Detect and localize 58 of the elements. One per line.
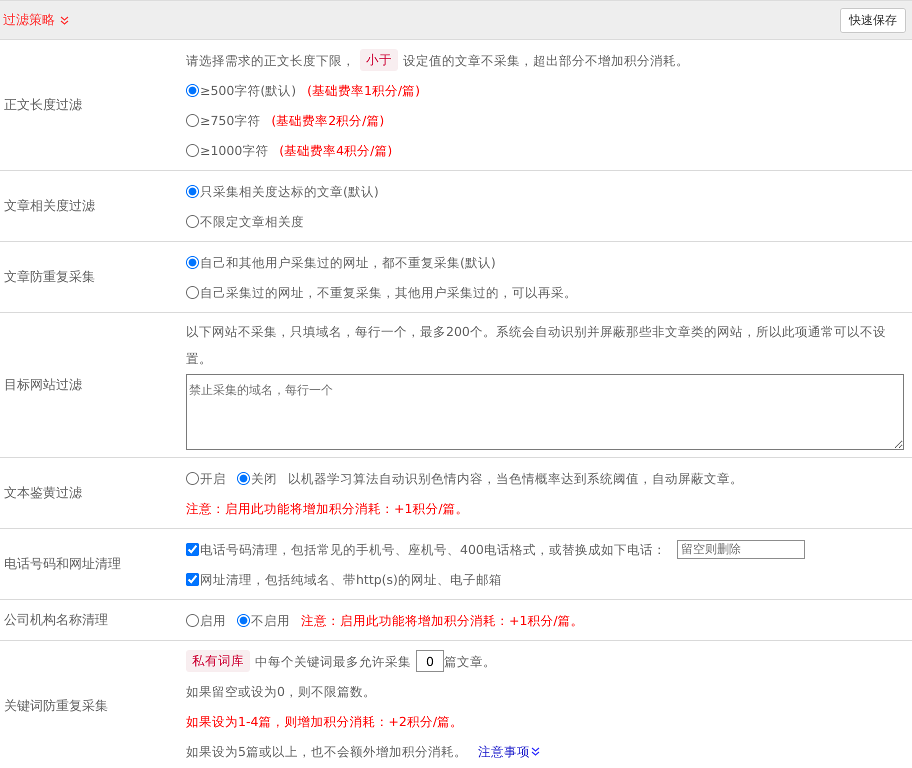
setting-label: 公司机构名称清理 — [3, 612, 109, 629]
setting-label: 文章相关度过滤 — [3, 198, 96, 215]
radio-label[interactable]: ≥1000字符 — [200, 136, 268, 164]
radio-button[interactable] — [186, 184, 199, 198]
radio-button[interactable] — [186, 114, 199, 126]
checkbox-label[interactable]: 网址清理，包括纯域名、带http(s)的网址、电子邮箱 — [200, 566, 502, 592]
checkbox[interactable] — [186, 572, 199, 586]
radio-button[interactable] — [186, 286, 199, 298]
warning-note: 如果设为1-4篇，则增加积分消耗：+2积分/篇。 — [186, 712, 464, 730]
radio-button[interactable] — [186, 614, 199, 626]
description-text: 篇文章。 — [444, 652, 496, 670]
double-chevron-icon — [60, 16, 69, 24]
setting-label: 正文长度过滤 — [3, 97, 83, 114]
description-text: 以下网站不采集，只填域名，每行一个，最多200个。系统会自动识别并屏蔽那些非文章类的网站，所以此项通常可以不设置。 — [186, 323, 887, 368]
radio-button[interactable] — [186, 214, 199, 228]
warning-note: 注意：启用此功能将增加积分消耗：+1积分/篇。 — [301, 612, 584, 630]
checkbox-label[interactable]: 电话号码清理，包括常见的手机号、座机号、400电话格式，或替换成如下电话： — [200, 536, 666, 562]
section-title[interactable]: 过滤策略 — [3, 11, 55, 29]
radio-button[interactable] — [186, 256, 199, 268]
double-chevron-icon — [530, 746, 540, 756]
description-text: 以机器学习算法自动识别色情内容，当色情概率达到系统阈值，自动屏蔽文章。 — [288, 470, 743, 488]
count-input-field[interactable]: 0 — [416, 650, 444, 672]
setting-label: 关键词防重复采集 — [3, 698, 109, 715]
radio-label[interactable]: 不启用 — [251, 606, 290, 634]
radio-label[interactable]: 启用 — [200, 606, 226, 634]
radio-button[interactable] — [186, 472, 199, 484]
setting-label: 文本鉴黄过滤 — [3, 485, 83, 502]
quick-save-button[interactable]: 快速保存 — [840, 8, 906, 32]
radio-button[interactable] — [186, 144, 199, 156]
checkbox[interactable] — [186, 542, 199, 556]
radio-label[interactable]: 只采集相关度达标的文章(默认) — [200, 178, 379, 204]
setting-label: 电话号码和网址清理 — [3, 556, 122, 573]
description-text: 如果留空或设为0，则不限篇数。 — [186, 682, 376, 700]
description-text: 请选择需求的正文长度下限， — [186, 52, 355, 70]
warning-note: (基础费率2积分/篇) — [271, 112, 384, 130]
radio-button[interactable] — [237, 472, 250, 484]
radio-label[interactable]: 自己采集过的网址，不重复采集，其他用户采集过的，可以再采。 — [200, 278, 577, 306]
warning-note: (基础费率1积分/篇) — [307, 82, 420, 100]
radio-label[interactable]: 不限定文章相关度 — [200, 208, 304, 234]
radio-button[interactable] — [186, 84, 199, 96]
phone-input-field[interactable]: 留空则删除 — [676, 540, 805, 558]
description-text: 如果设为5篇或以上，也不会额外增加积分消耗。 — [186, 742, 467, 760]
warning-note: (基础费率4积分/篇) — [279, 142, 392, 160]
warning-note: 注意：启用此功能将增加积分消耗：+1积分/篇。 — [186, 500, 469, 518]
radio-label[interactable]: 关闭 — [251, 464, 277, 492]
radio-label[interactable]: ≥750字符 — [200, 106, 260, 134]
radio-label[interactable]: 开启 — [200, 464, 226, 492]
notes-link[interactable]: 注意事项 — [478, 738, 530, 764]
radio-label[interactable]: ≥500字符(默认) — [200, 76, 296, 104]
setting-label: 文章防重复采集 — [3, 269, 96, 286]
domain-textarea[interactable]: 禁止采集的域名，每行一个 — [186, 374, 904, 450]
setting-label: 目标网站过滤 — [3, 377, 83, 394]
radio-button[interactable] — [237, 614, 250, 626]
radio-label[interactable]: 自己和其他用户采集过的网址，都不重复采集(默认) — [200, 248, 496, 276]
description-text: 设定值的文章不采集，超出部分不增加积分消耗。 — [403, 52, 689, 70]
highlight-tag: 小于 — [360, 49, 398, 71]
highlight-tag: 私有词库 — [186, 650, 250, 672]
description-text: 中每个关键词最多允许采集 — [255, 652, 411, 670]
